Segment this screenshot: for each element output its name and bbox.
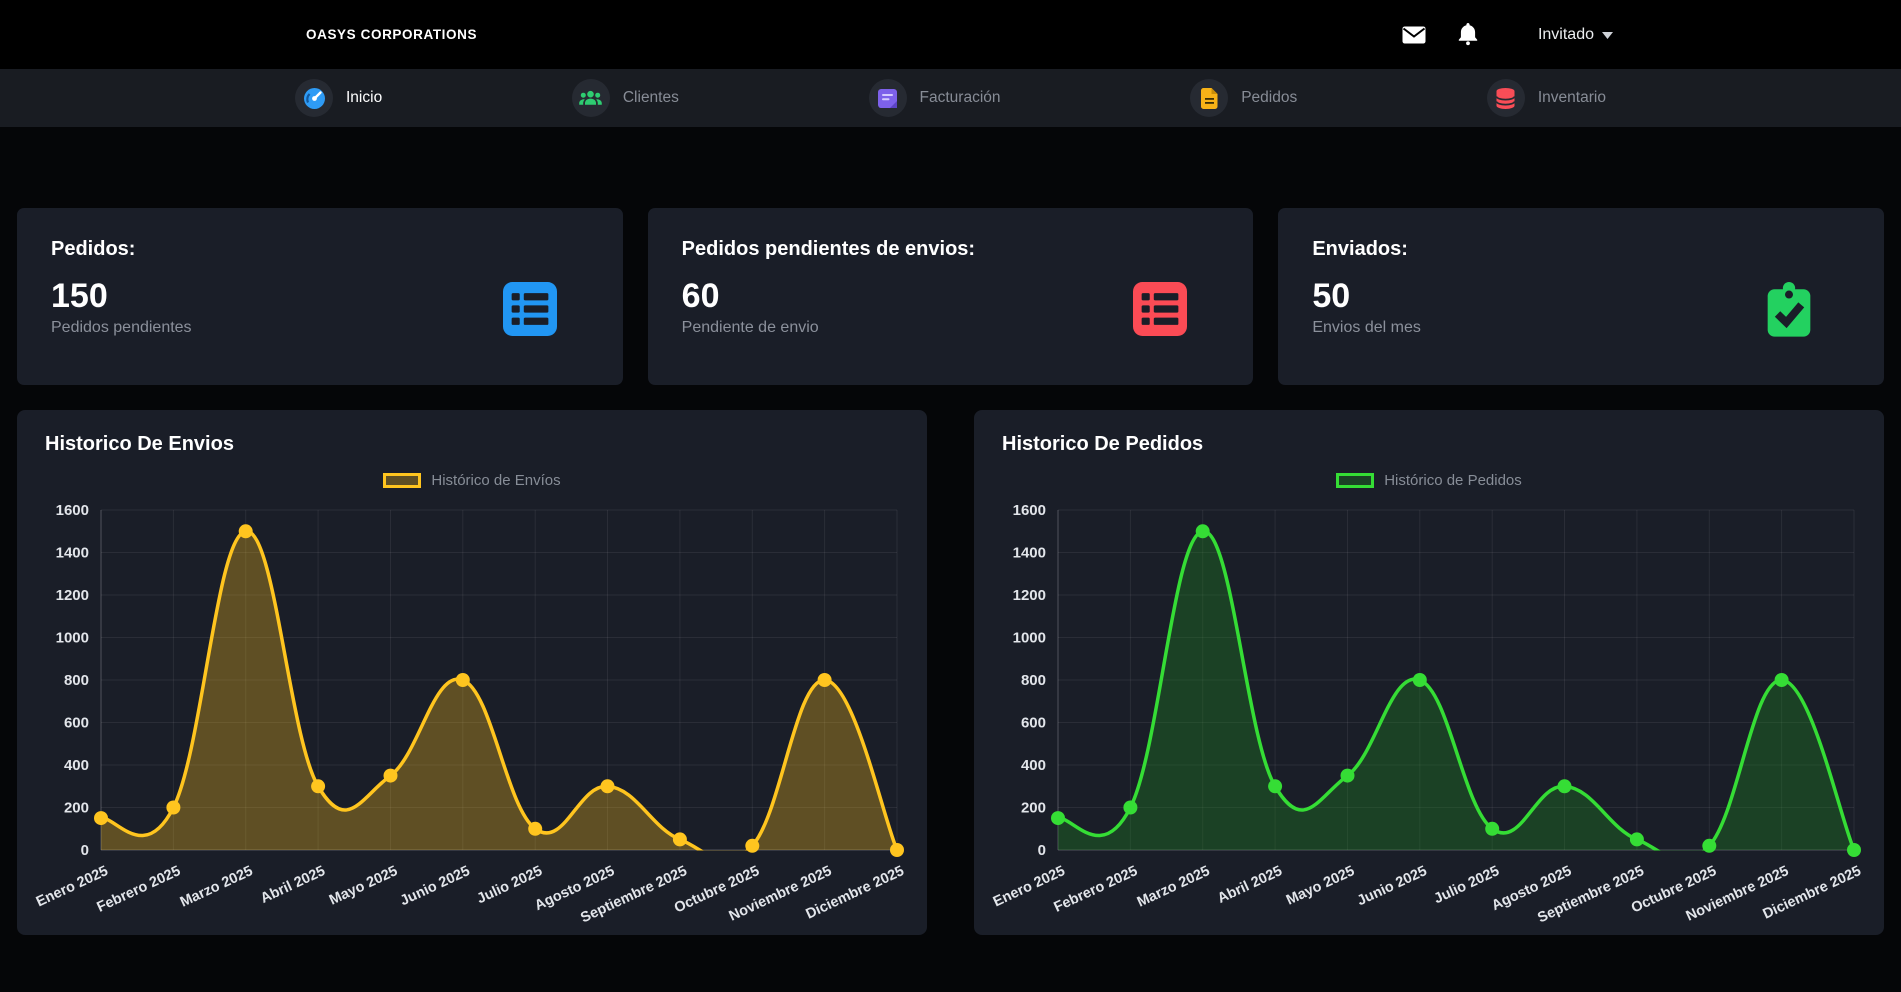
svg-text:800: 800 bbox=[1021, 672, 1046, 689]
clipboard-check-icon bbox=[1764, 282, 1818, 336]
svg-text:1600: 1600 bbox=[1013, 502, 1046, 519]
nav-item-clientes[interactable]: Clientes bbox=[572, 79, 679, 117]
legend-label: Histórico de Pedidos bbox=[1384, 472, 1522, 489]
svg-text:1200: 1200 bbox=[1013, 587, 1046, 604]
svg-text:1200: 1200 bbox=[56, 587, 89, 604]
chart-legend[interactable]: Histórico de Pedidos bbox=[974, 472, 1884, 488]
stat-card-enviados: Enviados: 50 Envios del mes bbox=[1278, 208, 1884, 385]
svg-text:Mayo 2025: Mayo 2025 bbox=[327, 863, 400, 909]
svg-text:200: 200 bbox=[64, 800, 89, 817]
list-icon bbox=[1133, 282, 1187, 336]
bell-icon[interactable] bbox=[1458, 23, 1478, 46]
brand-logo[interactable]: OASYS CORPORATIONS bbox=[306, 27, 477, 42]
nav-label: Facturación bbox=[920, 89, 1001, 107]
main-nav: Inicio Clientes Facturación Pedidos Inve… bbox=[0, 69, 1901, 127]
svg-text:1400: 1400 bbox=[56, 545, 89, 562]
file-lines-icon bbox=[1190, 79, 1228, 117]
legend-label: Histórico de Envíos bbox=[431, 472, 560, 489]
user-menu[interactable]: Invitado bbox=[1538, 26, 1613, 44]
svg-text:Junio 2025: Junio 2025 bbox=[398, 863, 473, 909]
chevron-down-icon bbox=[1602, 26, 1613, 44]
legend-swatch bbox=[383, 473, 421, 488]
svg-text:200: 200 bbox=[1021, 800, 1046, 817]
svg-text:Febrero 2025: Febrero 2025 bbox=[1052, 863, 1141, 916]
chart-title: Historico De Envios bbox=[17, 410, 927, 456]
pedidos-chart[interactable]: 02004006008001000120014001600Enero 2025F… bbox=[974, 502, 1884, 932]
svg-text:Junio 2025: Junio 2025 bbox=[1355, 863, 1430, 909]
svg-text:600: 600 bbox=[64, 715, 89, 732]
svg-text:Marzo 2025: Marzo 2025 bbox=[1135, 863, 1213, 911]
svg-text:1400: 1400 bbox=[1013, 545, 1046, 562]
user-menu-label: Invitado bbox=[1538, 26, 1594, 44]
chart-legend[interactable]: Histórico de Envíos bbox=[17, 472, 927, 488]
svg-text:1000: 1000 bbox=[56, 630, 89, 647]
stat-card-pedidos: Pedidos: 150 Pedidos pendientes bbox=[17, 208, 623, 385]
envios-chart[interactable]: 02004006008001000120014001600Enero 2025F… bbox=[17, 502, 927, 932]
pedidos-chart-panel: Historico De Pedidos Histórico de Pedido… bbox=[974, 410, 1884, 935]
invoice-icon bbox=[869, 79, 907, 117]
nav-item-inicio[interactable]: Inicio bbox=[295, 79, 382, 117]
svg-text:1600: 1600 bbox=[56, 502, 89, 519]
nav-label: Inventario bbox=[1538, 89, 1606, 107]
gauge-icon bbox=[295, 79, 333, 117]
main-content: Pedidos: 150 Pedidos pendientes Pedidos … bbox=[0, 208, 1901, 935]
svg-text:600: 600 bbox=[1021, 715, 1046, 732]
svg-text:Marzo 2025: Marzo 2025 bbox=[178, 863, 256, 911]
users-icon bbox=[572, 79, 610, 117]
stat-title: Enviados: bbox=[1312, 238, 1850, 261]
envios-chart-panel: Historico De Envios Histórico de Envíos … bbox=[17, 410, 927, 935]
svg-text:Mayo 2025: Mayo 2025 bbox=[1284, 863, 1357, 909]
database-icon bbox=[1487, 79, 1525, 117]
header-actions: Invitado bbox=[1402, 23, 1613, 46]
svg-text:Abril 2025: Abril 2025 bbox=[1215, 863, 1285, 907]
svg-text:1000: 1000 bbox=[1013, 630, 1046, 647]
svg-text:400: 400 bbox=[64, 757, 89, 774]
nav-label: Inicio bbox=[346, 89, 382, 107]
svg-text:Abril 2025: Abril 2025 bbox=[258, 863, 328, 907]
chart-title: Historico De Pedidos bbox=[974, 410, 1884, 456]
stat-title: Pedidos: bbox=[51, 238, 589, 261]
stat-cards-row: Pedidos: 150 Pedidos pendientes Pedidos … bbox=[17, 208, 1884, 385]
charts-row: Historico De Envios Histórico de Envíos … bbox=[17, 410, 1884, 935]
svg-text:800: 800 bbox=[64, 672, 89, 689]
svg-text:Febrero 2025: Febrero 2025 bbox=[95, 863, 184, 916]
stat-title: Pedidos pendientes de envios: bbox=[682, 238, 1220, 261]
svg-text:0: 0 bbox=[1038, 842, 1046, 859]
svg-text:0: 0 bbox=[81, 842, 89, 859]
legend-swatch bbox=[1336, 473, 1374, 488]
mail-icon[interactable] bbox=[1402, 26, 1426, 44]
svg-text:400: 400 bbox=[1021, 757, 1046, 774]
nav-label: Pedidos bbox=[1241, 89, 1297, 107]
app-header: OASYS CORPORATIONS Invitado bbox=[0, 0, 1901, 69]
nav-item-inventario[interactable]: Inventario bbox=[1487, 79, 1606, 117]
nav-item-pedidos[interactable]: Pedidos bbox=[1190, 79, 1297, 117]
stat-card-pendientes-envio: Pedidos pendientes de envios: 60 Pendien… bbox=[648, 208, 1254, 385]
list-icon bbox=[503, 282, 557, 336]
nav-label: Clientes bbox=[623, 89, 679, 107]
nav-item-facturacion[interactable]: Facturación bbox=[869, 79, 1001, 117]
